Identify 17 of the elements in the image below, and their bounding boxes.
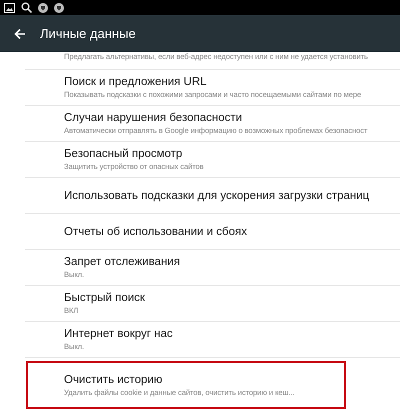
shield-icon bbox=[38, 2, 48, 12]
item-title: Использовать подсказки для ускорения загрузки страниц bbox=[64, 190, 370, 202]
search-icon bbox=[21, 2, 32, 13]
shield-icon bbox=[54, 2, 64, 12]
item-title: Интернет вокруг нас bbox=[64, 328, 174, 340]
item-title: Поиск и предложения URL bbox=[64, 76, 208, 88]
back-arrow-icon[interactable] bbox=[14, 28, 26, 40]
item-title: Безопасный просмотр bbox=[64, 148, 184, 160]
item-title: Очистить историю bbox=[64, 374, 164, 386]
item-title: Случаи нарушения безопасности bbox=[64, 112, 244, 124]
item-title: Отчеты об использовании и сбоях bbox=[64, 226, 248, 238]
settings-item[interactable]: Использовать подсказки для ускорения загрузки страниц bbox=[25, 178, 400, 214]
image-icon bbox=[4, 2, 15, 12]
item-title: Запрет отслеживания bbox=[64, 256, 181, 268]
settings-item[interactable]: Отчеты об использовании и сбоях bbox=[25, 214, 400, 250]
screen-title: Личные данные bbox=[40, 26, 136, 41]
item-title: Быстрый поиск bbox=[64, 292, 146, 304]
